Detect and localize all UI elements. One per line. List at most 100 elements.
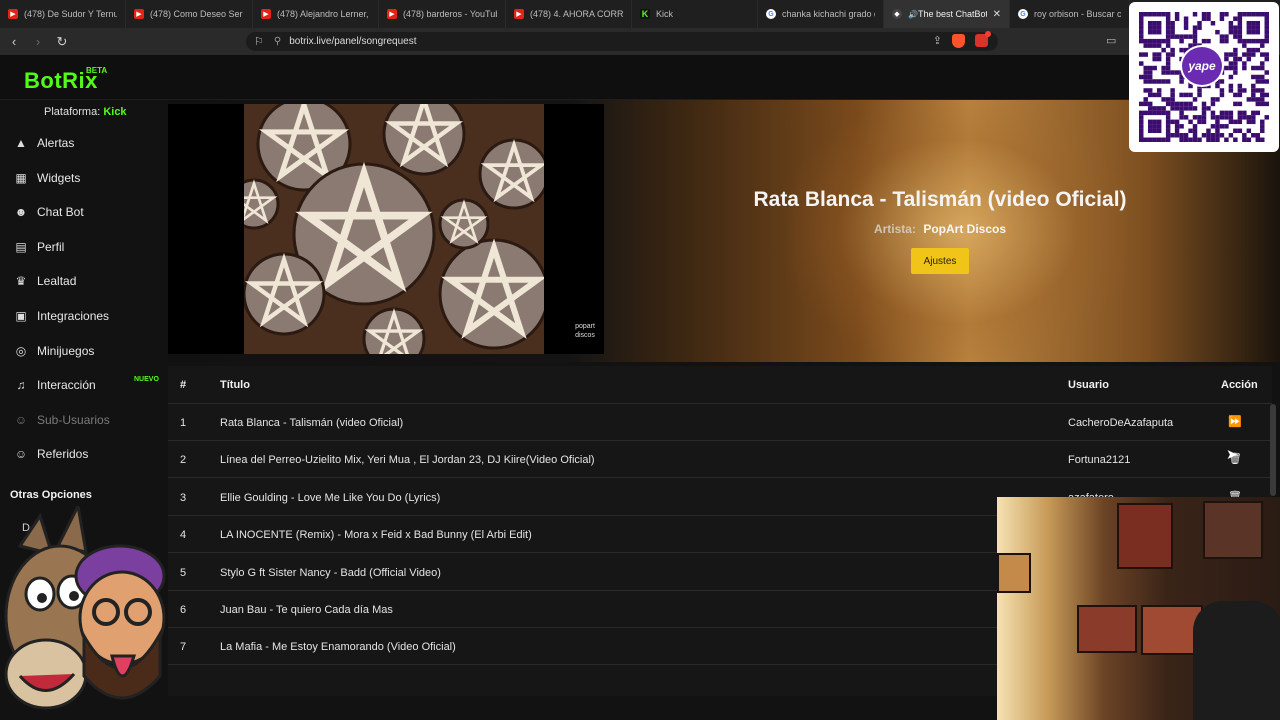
browser-tab[interactable]: Gchanka kichachi grado de <box>758 0 884 28</box>
sidebar-item-integraciones[interactable]: ▣ Integraciones <box>0 301 168 331</box>
warning-icon: ▲ <box>15 136 27 150</box>
video-watermark: popart discos <box>575 323 595 339</box>
sidebar-item-sub-usuarios[interactable]: ☺ Sub-Usuarios <box>0 405 168 435</box>
youtube-icon: ▶ <box>8 9 18 19</box>
browser-tab[interactable]: ◆ 🔊 The best ChatBot ✕ <box>884 0 1010 28</box>
sidebar-item-label: Widgets <box>37 170 81 185</box>
site-info-icon[interactable]: ⚲ <box>274 36 281 47</box>
browser-tab[interactable]: ▶ (478) Alejandro Lerner, Ne <box>253 0 379 28</box>
wall-picture <box>1203 501 1263 559</box>
back-icon[interactable]: ‹ <box>4 34 24 49</box>
cell-num: 3 <box>180 491 187 504</box>
cell-title: Juan Bau - Te quiero Cada día Mas <box>220 604 393 616</box>
sidebar-item-widgets[interactable]: ▦ Widgets <box>0 163 168 193</box>
cell-user: Fortuna2121 <box>1068 454 1131 467</box>
browser-tab[interactable]: Groy orbison - Buscar con <box>1010 0 1130 28</box>
column-header-action: Acción <box>1221 379 1258 391</box>
share-icon[interactable]: ⇪ <box>933 34 942 48</box>
sidebar-item-label: Referidos <box>37 447 89 462</box>
browser-tab-label: (478) 4. AHORA CORREN <box>530 9 623 19</box>
sidebar-item-minijuegos[interactable]: ◎ Minijuegos <box>0 336 168 366</box>
sidebar-item-label: Minijuegos <box>37 343 95 358</box>
close-tab-icon[interactable]: ✕ <box>993 9 1001 20</box>
column-header-number: # <box>180 379 187 391</box>
cell-num: 1 <box>180 417 187 429</box>
beta-badge: BETA <box>86 66 108 75</box>
platform-value: Kick <box>103 106 127 118</box>
settings-button[interactable]: Ajustes <box>911 248 969 274</box>
brave-shields-icon[interactable] <box>952 34 965 48</box>
mouse-cursor-icon: ➤ <box>1226 446 1238 462</box>
sidebar-item-lealtad[interactable]: ♛ Lealtad <box>0 266 168 296</box>
column-header-user: Usuario <box>1068 379 1109 391</box>
now-playing-hero: popart discos Rata Blanca - Talismán (vi… <box>168 100 1280 362</box>
sidebar-toggle-icon[interactable]: ▭ <box>1106 34 1116 47</box>
cell-num: 6 <box>180 604 187 616</box>
platform-label: Plataforma: <box>44 106 101 118</box>
platform-indicator: Plataforma: Kick <box>44 106 127 118</box>
bookmark-icon[interactable]: ⚐ <box>254 35 264 48</box>
youtube-icon: ▶ <box>261 9 271 19</box>
cell-title: Línea del Perreo-Uzielito Mix, Yeri Mua … <box>220 454 595 467</box>
google-icon: G <box>766 9 776 19</box>
wall-picture <box>1117 503 1173 569</box>
rewards-icon[interactable] <box>975 31 991 47</box>
kick-icon: K <box>640 9 650 19</box>
sidebar-item-interacci-n[interactable]: ♫ Interacción <box>0 370 168 400</box>
section-title-other-options: Otras Opciones <box>10 489 92 501</box>
reload-icon[interactable]: ↻ <box>52 34 72 50</box>
browser-tab[interactable]: ▶ (478) barderos - YouTube <box>379 0 506 28</box>
speaker-icon[interactable]: 🔊 <box>908 10 918 19</box>
sidebar-item-label: Interacción <box>37 378 96 393</box>
sidebar-item-label: Chat Bot <box>37 205 84 220</box>
table-scrollbar[interactable] <box>1270 404 1276 496</box>
browser-tab-label: chanka kichachi grado de <box>782 9 875 19</box>
cell-num: 5 <box>180 566 187 579</box>
people-icon: ☺ <box>14 447 28 462</box>
cell-num: 7 <box>180 641 187 654</box>
browser-tab-label: (478) Como Deseo Ser Tu <box>150 9 244 19</box>
pentagram-artwork <box>244 104 544 354</box>
artist-name: PopArt Discos <box>923 222 1007 236</box>
browser-tab-label: (478) Alejandro Lerner, Ne <box>277 9 370 19</box>
video-frame <box>244 104 544 354</box>
forward-icon[interactable]: › <box>28 34 48 49</box>
artist-label: Artista: <box>873 222 916 236</box>
browser-toolbar: ‹ › ↻ ⚐ ⚲ botrix.live/panel/songrequest … <box>0 28 1280 55</box>
trophy-icon: ♛ <box>15 274 27 289</box>
app-header: BotRix BETA <box>0 55 1280 100</box>
cell-num: 4 <box>180 529 187 542</box>
now-playing-title: Rata Blanca - Talismán (video Oficial) <box>753 188 1127 211</box>
youtube-icon: ▶ <box>514 9 524 19</box>
sidebar-item-perfil[interactable]: ▤ Perfil <box>0 232 168 262</box>
botrix-icon: ◆ <box>892 9 902 19</box>
browser-tab[interactable]: ▶ (478) 4. AHORA CORREN <box>506 0 632 28</box>
donkey-mascot-overlay <box>4 506 166 710</box>
browser-tab[interactable]: ▶ (478) De Sudor Y Ternura <box>0 0 126 28</box>
skip-icon[interactable]: ⏩ <box>1228 415 1242 428</box>
table-header: # Título Usuario Acción <box>168 366 1272 404</box>
cell-title: LA INOCENTE (Remix) - Mora x Feid x Bad … <box>220 529 532 542</box>
users-icon: ☺ <box>14 412 28 427</box>
cell-title: Ellie Goulding - Love Me Like You Do (Ly… <box>220 491 441 504</box>
wall-picture <box>1077 605 1137 653</box>
video-player[interactable]: popart discos <box>168 104 604 354</box>
cell-title: Stylo G ft Sister Nancy - Badd (Official… <box>220 566 441 579</box>
browser-tab[interactable]: K Kick <box>632 0 758 28</box>
sidebar-item-referidos[interactable]: ☺ Referidos <box>0 439 168 469</box>
browser-tab-label: (478) De Sudor Y Ternura <box>24 9 117 19</box>
sidebar-item-alertas[interactable]: ▲ Alertas <box>0 128 168 158</box>
cell-title: La Mafia - Me Estoy Enamorando (Video Of… <box>220 641 456 654</box>
address-bar[interactable]: ⚐ ⚲ botrix.live/panel/songrequest ⇪ <box>246 31 998 51</box>
gamepad-icon: ◎ <box>15 343 27 358</box>
yape-logo: yape <box>1180 45 1224 87</box>
google-icon: G <box>1018 9 1028 19</box>
sidebar-item-chat-bot[interactable]: ☻ Chat Bot <box>0 197 168 227</box>
sidebar-item-label: Alertas <box>37 136 75 150</box>
plug-icon: ▣ <box>15 309 27 323</box>
browser-tab[interactable]: ▶ (478) Como Deseo Ser Tu <box>126 0 253 28</box>
youtube-icon: ▶ <box>387 9 397 19</box>
qr-code-overlay: yape <box>1129 2 1279 152</box>
grid-icon: ▦ <box>15 170 27 185</box>
id-card-icon: ▤ <box>15 239 27 254</box>
